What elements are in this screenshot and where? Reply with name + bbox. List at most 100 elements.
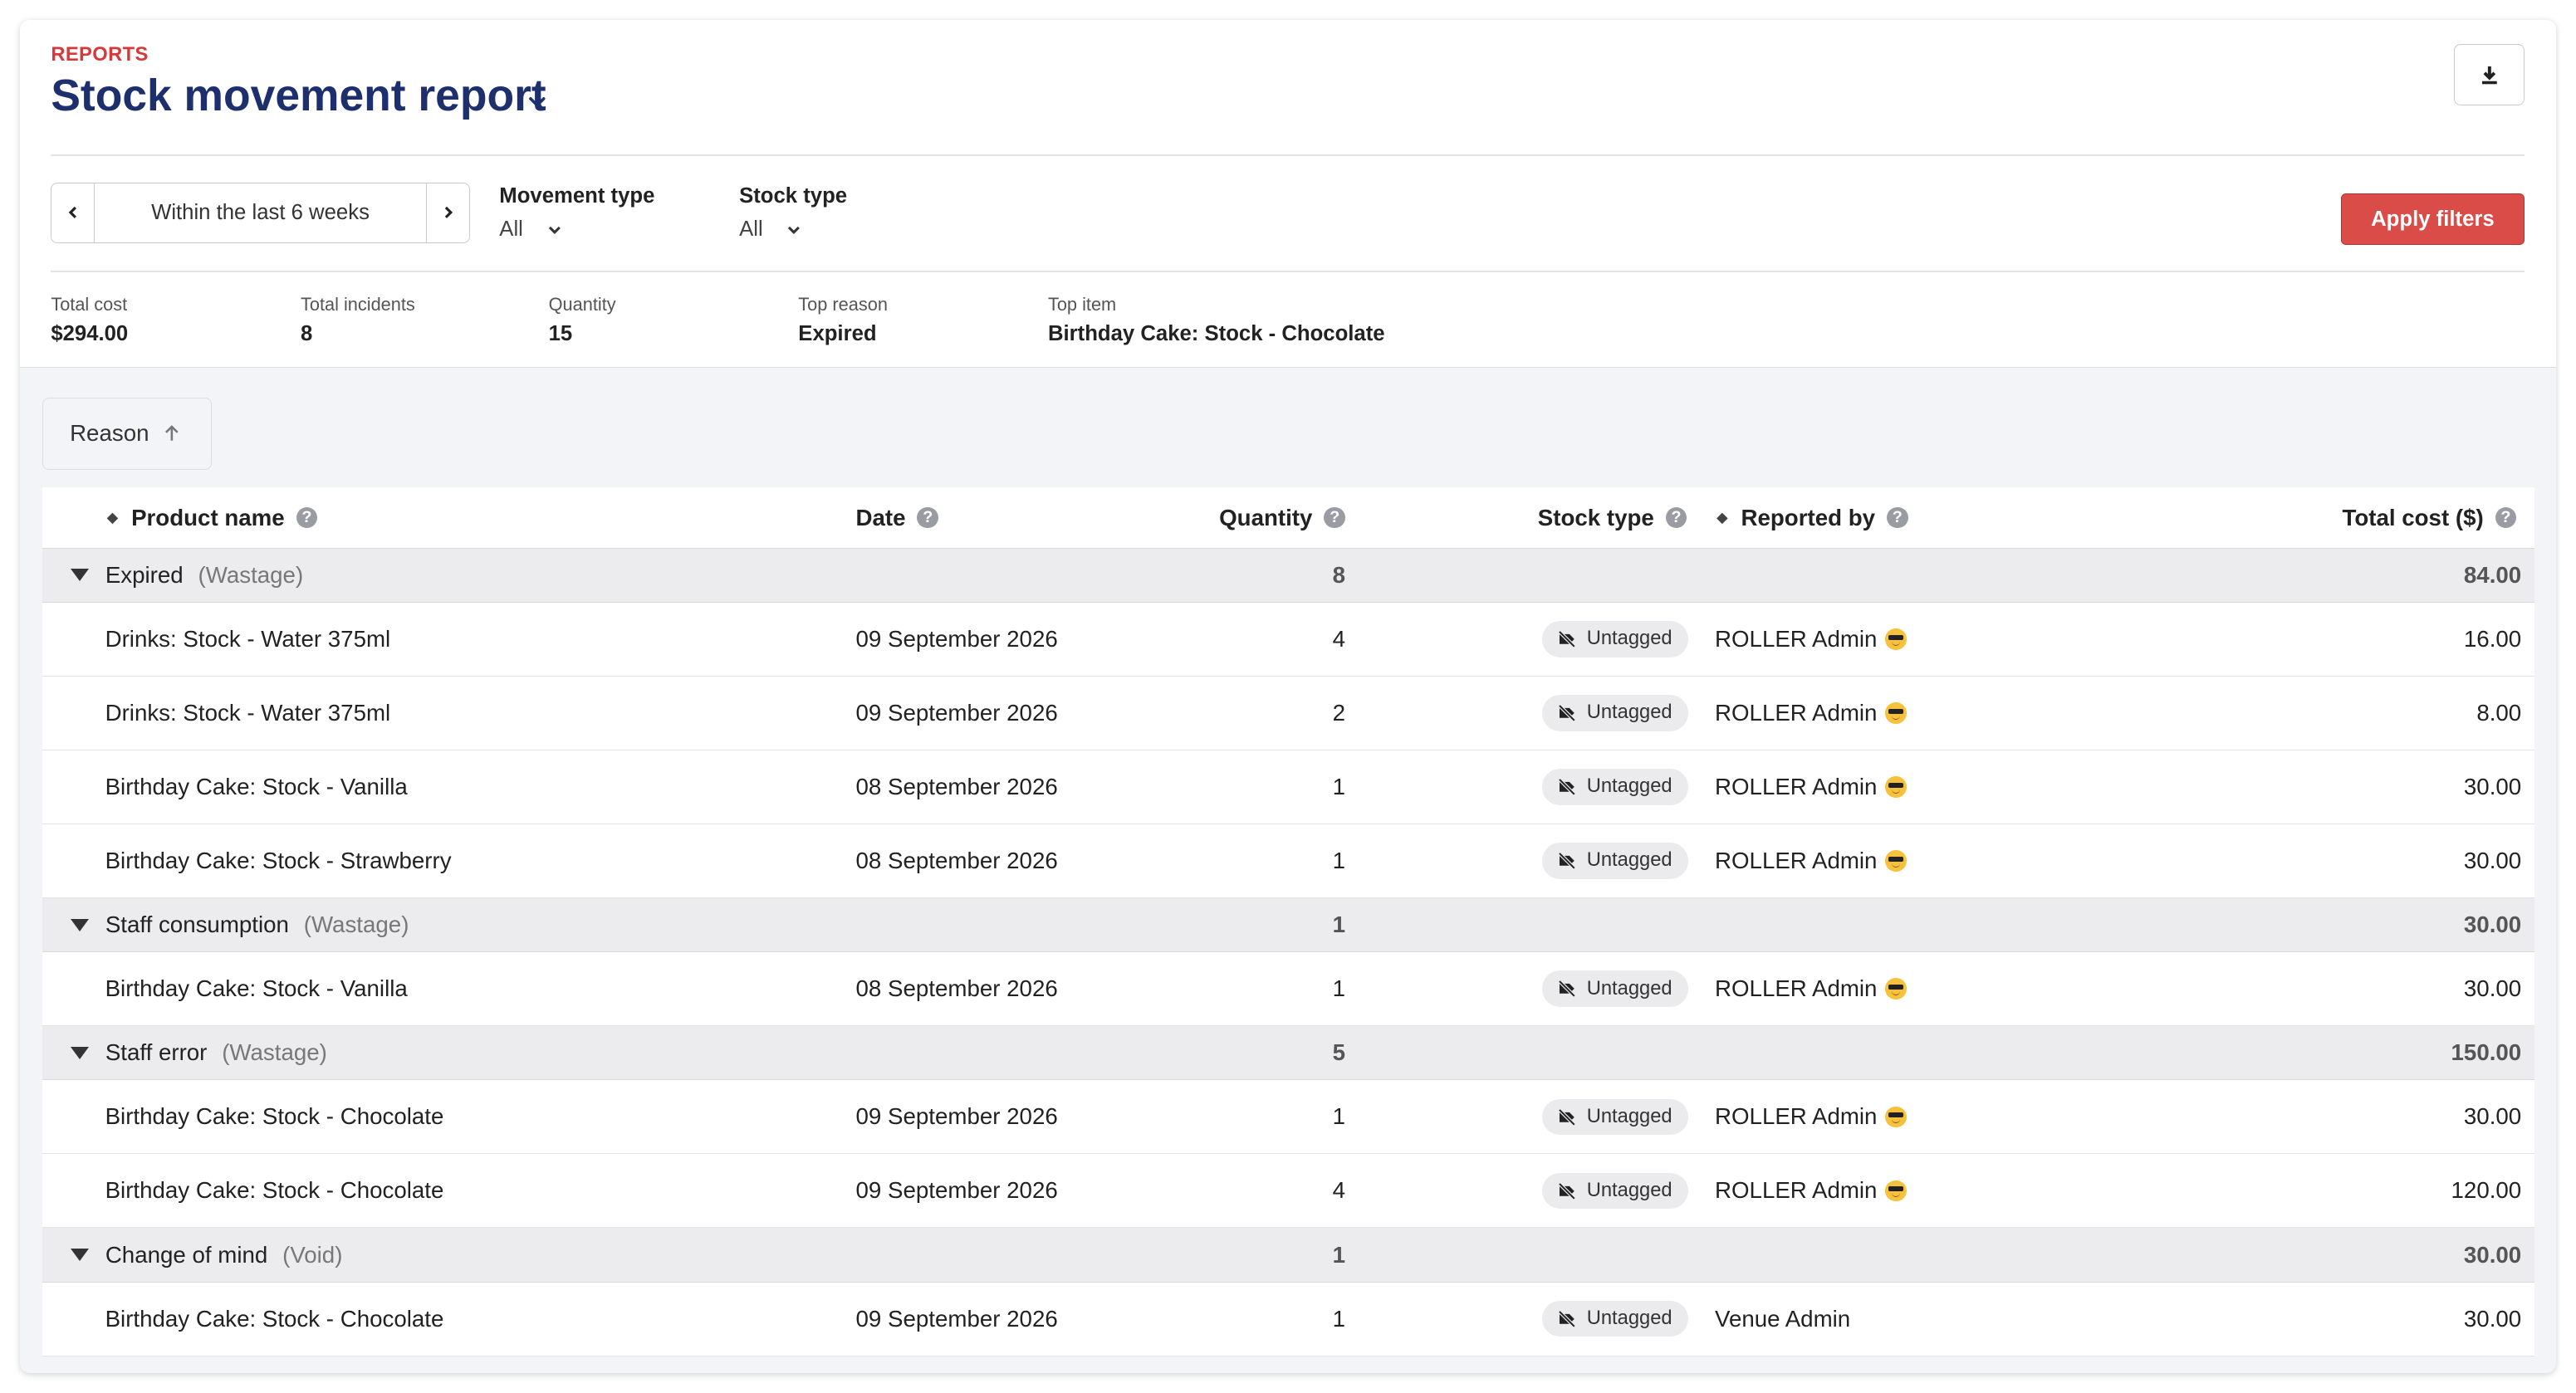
column-header-date[interactable]: Date ?	[856, 487, 939, 547]
divider	[51, 154, 2525, 156]
date-range-label[interactable]: Within the last 6 weeks	[95, 183, 427, 242]
reporter-name: Venue Admin	[1715, 1305, 1851, 1332]
stat-top-reason: Top reason Expired	[798, 294, 888, 346]
row-total-cost: 30.00	[2463, 975, 2522, 1002]
reporter-name: ROLLER Admin	[1715, 847, 1878, 873]
stat-label: Total cost	[51, 294, 128, 315]
table-row[interactable]: Birthday Cake: Stock - Vanilla 08 Septemb…	[42, 750, 2535, 824]
movement-type-filter[interactable]: Movement type All	[499, 184, 654, 242]
movement-date: 08 September 2026	[855, 773, 1058, 799]
movement-quantity: 1	[1332, 1103, 1345, 1130]
untagged-badge: Untagged	[1542, 695, 1689, 731]
tag-off-icon	[1558, 1107, 1576, 1126]
group-total-cost: 84.00	[2463, 561, 2522, 588]
sort-diamond-icon: ◆	[106, 509, 119, 526]
column-header-stock-type[interactable]: Stock type ?	[1357, 487, 1687, 547]
breadcrumb[interactable]: REPORTS	[51, 44, 148, 66]
help-icon[interactable]: ?	[2495, 506, 2517, 529]
group-name: Staff error	[105, 1039, 208, 1066]
stock-type-cell: Untagged	[1542, 824, 1689, 897]
row-total-cost: 30.00	[2463, 1305, 2522, 1332]
row-total-cost: 120.00	[2451, 1177, 2522, 1204]
table-row[interactable]: Birthday Cake: Stock - Chocolate 09 Septe…	[42, 1283, 2535, 1356]
group-row[interactable]: Staff consumption (Wastage) 1 30.00	[42, 897, 2535, 953]
tag-off-icon	[1558, 1310, 1576, 1328]
sunglasses-emoji-icon	[1885, 1106, 1908, 1128]
group-row[interactable]: Change of mind (Void) 1 30.00	[42, 1228, 2535, 1283]
group-row[interactable]: Staff error (Wastage) 5 150.00	[42, 1026, 2535, 1081]
product-name: Drinks: Stock - Water 375ml	[105, 625, 391, 652]
stock-type-cell: Untagged	[1542, 1154, 1689, 1227]
group-total-cost: 150.00	[2451, 1039, 2522, 1066]
sunglasses-emoji-icon	[1885, 628, 1908, 650]
reporter-name: ROLLER Admin	[1715, 625, 1878, 652]
movement-date: 09 September 2026	[855, 1177, 1058, 1204]
untagged-badge: Untagged	[1542, 621, 1689, 657]
sunglasses-emoji-icon	[1885, 1180, 1908, 1202]
table-row[interactable]: Birthday Cake: Stock - Chocolate 09 Septe…	[42, 1080, 2535, 1155]
tag-off-icon	[1558, 704, 1576, 722]
badge-label: Untagged	[1586, 1307, 1672, 1330]
help-icon[interactable]: ?	[1324, 506, 1345, 529]
caret-down-icon[interactable]	[71, 1249, 90, 1261]
caret-down-icon[interactable]	[71, 569, 90, 581]
stat-value: Birthday Cake: Stock - Chocolate	[1047, 321, 1385, 345]
badge-label: Untagged	[1586, 977, 1672, 1000]
stock-type-cell: Untagged	[1542, 1283, 1689, 1356]
movement-quantity: 4	[1332, 1177, 1345, 1204]
group-type: (Wastage)	[303, 912, 409, 938]
column-header-total-cost[interactable]: Total cost ($) ?	[2178, 487, 2517, 547]
movement-quantity: 1	[1332, 975, 1345, 1002]
column-header-label: Date	[855, 504, 906, 530]
help-icon[interactable]: ?	[1665, 506, 1687, 529]
table-row[interactable]: Birthday Cake: Stock - Chocolate 09 Septe…	[42, 1154, 2535, 1229]
download-button[interactable]	[2454, 44, 2525, 105]
column-header-reported-by[interactable]: ◆ Reported by ?	[1717, 487, 1908, 547]
next-period-button[interactable]	[426, 183, 468, 242]
group-toggle[interactable]: Staff error (Wastage)	[71, 1026, 327, 1079]
group-by-reason-chip[interactable]: Reason	[42, 397, 213, 470]
row-total-cost: 8.00	[2476, 699, 2522, 726]
help-icon[interactable]: ?	[1886, 506, 1908, 529]
chevron-down-icon	[788, 226, 801, 234]
movement-type-select[interactable]: All	[499, 218, 654, 242]
group-by-label: Reason	[70, 420, 149, 447]
group-toggle[interactable]: Expired (Wastage)	[71, 549, 303, 602]
reporter-name: ROLLER Admin	[1715, 1177, 1878, 1204]
table-row[interactable]: Drinks: Stock - Water 375ml 09 September …	[42, 677, 2535, 750]
untagged-badge: Untagged	[1542, 1172, 1689, 1210]
untagged-badge: Untagged	[1542, 843, 1689, 879]
sunglasses-emoji-icon	[1885, 776, 1908, 798]
table-row[interactable]: Drinks: Stock - Water 375ml 09 September …	[42, 603, 2535, 677]
group-toggle[interactable]: Staff consumption (Wastage)	[71, 898, 409, 951]
column-header-label: Total cost ($)	[2342, 504, 2484, 530]
chevron-down-icon[interactable]	[524, 89, 551, 115]
stat-label: Quantity	[548, 294, 616, 315]
group-toggle[interactable]: Change of mind (Void)	[71, 1228, 342, 1281]
caret-down-icon[interactable]	[71, 1046, 90, 1059]
stat-quantity: Quantity 15	[549, 294, 616, 346]
group-row[interactable]: Expired (Wastage) 8 84.00	[42, 548, 2535, 603]
caret-down-icon[interactable]	[71, 918, 90, 931]
movement-date: 09 September 2026	[855, 699, 1058, 726]
help-icon[interactable]: ?	[917, 506, 939, 529]
column-header-product[interactable]: ◆ Product name ?	[107, 487, 318, 547]
table-row[interactable]: Birthday Cake: Stock - Vanilla 08 Septemb…	[42, 952, 2535, 1027]
stock-type-filter[interactable]: Stock type All	[739, 184, 847, 242]
help-icon[interactable]: ?	[296, 506, 318, 529]
previous-period-button[interactable]	[51, 183, 95, 242]
page-title[interactable]: Stock movement report	[51, 71, 546, 121]
stat-value: 8	[300, 321, 313, 345]
date-range-selector[interactable]: Within the last 6 weeks	[51, 182, 470, 243]
column-header-quantity[interactable]: Quantity ?	[1028, 487, 1345, 547]
product-name: Birthday Cake: Stock - Vanilla	[105, 975, 408, 1002]
row-total-cost: 30.00	[2463, 1103, 2522, 1130]
stock-type-select[interactable]: All	[739, 218, 847, 242]
report-table: ◆ Product name ? Date ? Quantity ? Stock…	[42, 487, 2535, 1356]
movement-type-value: All	[499, 218, 523, 242]
apply-filters-button[interactable]: Apply filters	[2340, 193, 2525, 245]
stat-label: Total incidents	[300, 294, 415, 315]
report-header-panel: REPORTS Stock movement report Within the…	[19, 19, 2556, 369]
report-card: REPORTS Stock movement report Within the…	[19, 19, 2556, 1373]
table-row[interactable]: Birthday Cake: Stock - Strawberry 08 Sept…	[42, 824, 2535, 898]
